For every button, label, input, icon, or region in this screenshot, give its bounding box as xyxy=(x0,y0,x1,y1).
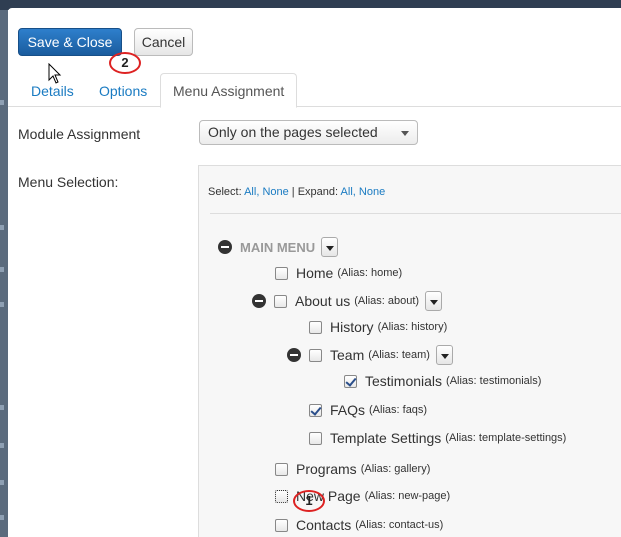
tree-item-programs: Programs (Alias: gallery) xyxy=(275,459,430,479)
tree-item-about-us: About us (Alias: about) xyxy=(252,291,443,311)
checkbox[interactable] xyxy=(309,348,322,362)
checkbox[interactable] xyxy=(274,294,287,308)
item-alias: (Alias: about) xyxy=(354,295,420,307)
background-sidebar-mark xyxy=(0,443,4,448)
item-name: Team xyxy=(330,347,365,363)
menu-tree: MAIN MENU Home (Alias: home) About us (A… xyxy=(210,213,621,537)
item-alias: (Alias: testimonials) xyxy=(446,375,542,387)
item-name: Testimonials xyxy=(365,373,443,389)
item-name: History xyxy=(330,319,374,335)
expand-label: Expand: xyxy=(297,186,339,198)
item-alias: (Alias: history) xyxy=(377,321,448,333)
cancel-button[interactable]: Cancel xyxy=(134,28,193,56)
tab-details[interactable]: Details xyxy=(19,74,86,107)
item-alias: (Alias: gallery) xyxy=(360,463,431,475)
checkbox[interactable] xyxy=(309,320,322,334)
item-alias: (Alias: new-page) xyxy=(364,490,451,502)
tree-root-main-menu: MAIN MENU xyxy=(218,237,339,257)
tree-item-contacts: Contacts (Alias: contact-us) xyxy=(275,515,443,535)
checkbox-checked[interactable] xyxy=(344,374,357,388)
collapse-icon[interactable] xyxy=(287,348,301,362)
checkbox[interactable] xyxy=(275,518,288,532)
background-sidebar xyxy=(0,10,8,537)
tree-item-faqs: FAQs (Alias: faqs) xyxy=(309,400,427,420)
item-name: Template Settings xyxy=(330,430,442,446)
checkbox-focused[interactable] xyxy=(275,489,288,503)
select-label: Select: xyxy=(208,186,242,198)
item-alias: (Alias: home) xyxy=(337,267,403,279)
checkbox[interactable] xyxy=(275,462,288,476)
select-none-link[interactable]: None xyxy=(262,186,288,198)
item-name: Home xyxy=(296,265,334,281)
save-close-button[interactable]: Save & Close xyxy=(18,28,122,56)
tab-bar: Details Options Menu Assignment xyxy=(8,65,621,108)
background-sidebar-mark xyxy=(0,267,4,272)
expand-none-link[interactable]: None xyxy=(359,186,385,198)
collapse-icon[interactable] xyxy=(218,240,232,254)
tree-item-testimonials: Testimonials (Alias: testimonials) xyxy=(344,371,541,391)
chevron-down-icon xyxy=(401,131,409,136)
checkbox-checked[interactable] xyxy=(309,403,322,417)
select-all-link[interactable]: All, xyxy=(244,186,259,198)
module-assignment-value: Only on the pages selected xyxy=(208,124,378,140)
item-alias: (Alias: contact-us) xyxy=(355,519,444,531)
module-assignment-select[interactable]: Only on the pages selected xyxy=(199,120,418,145)
item-name: Contacts xyxy=(296,517,352,533)
item-name: About us xyxy=(295,293,351,309)
tab-options[interactable]: Options xyxy=(87,74,159,107)
checkbox[interactable] xyxy=(275,266,288,280)
background-sidebar-mark xyxy=(0,480,4,485)
about-us-dropdown-button[interactable] xyxy=(425,291,443,311)
item-name: Programs xyxy=(296,461,357,477)
item-alias: (Alias: faqs) xyxy=(369,404,428,416)
background-sidebar-mark xyxy=(0,302,4,307)
main-menu-dropdown-button[interactable] xyxy=(321,237,339,257)
item-alias: (Alias: template-settings) xyxy=(445,432,567,444)
item-name: FAQs xyxy=(330,402,366,418)
select-expand-controls: Select: All, None | Expand: All, None xyxy=(208,186,385,198)
background-sidebar-mark xyxy=(0,100,4,105)
background-sidebar-mark xyxy=(0,225,4,230)
background-sidebar-mark xyxy=(0,515,4,520)
module-assignment-label: Module Assignment xyxy=(18,126,141,142)
annotation-callout-2: 2 xyxy=(109,52,141,74)
team-dropdown-button[interactable] xyxy=(435,345,453,365)
menu-selection-label: Menu Selection: xyxy=(18,174,119,190)
background-sidebar-mark xyxy=(0,405,4,410)
menu-tree-panel: Select: All, None | Expand: All, None MA… xyxy=(198,165,621,537)
item-alias: (Alias: team) xyxy=(368,349,430,361)
annotation-callout-1: 1 xyxy=(293,490,325,512)
module-edit-modal: Save & Close Cancel Details Options Menu… xyxy=(8,8,621,537)
tree-item-template-settings: Template Settings (Alias: template-setti… xyxy=(309,428,566,448)
tree-item-home: Home (Alias: home) xyxy=(275,263,402,283)
collapse-icon[interactable] xyxy=(252,294,266,308)
main-menu-label: MAIN MENU xyxy=(240,239,316,255)
tree-item-team: Team (Alias: team) xyxy=(287,345,453,365)
checkbox[interactable] xyxy=(309,431,322,445)
tree-item-history: History (Alias: history) xyxy=(309,317,447,337)
tab-menu-assignment[interactable]: Menu Assignment xyxy=(160,73,298,108)
expand-all-link[interactable]: All, xyxy=(341,186,356,198)
